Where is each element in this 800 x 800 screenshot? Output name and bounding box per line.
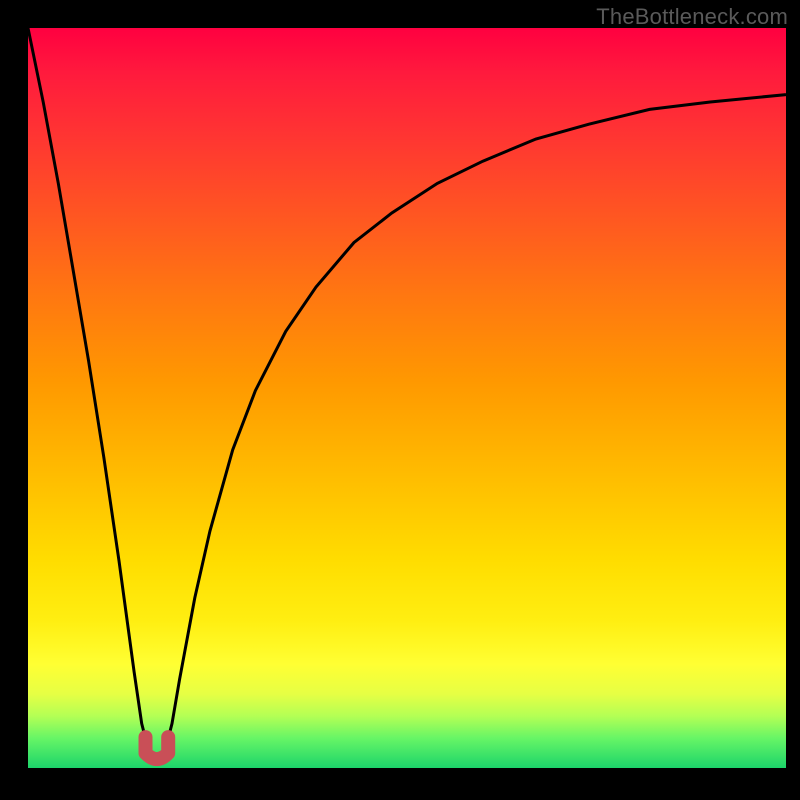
plot-area	[28, 28, 786, 768]
chart-frame: TheBottleneck.com	[0, 0, 800, 800]
watermark: TheBottleneck.com	[596, 4, 788, 30]
